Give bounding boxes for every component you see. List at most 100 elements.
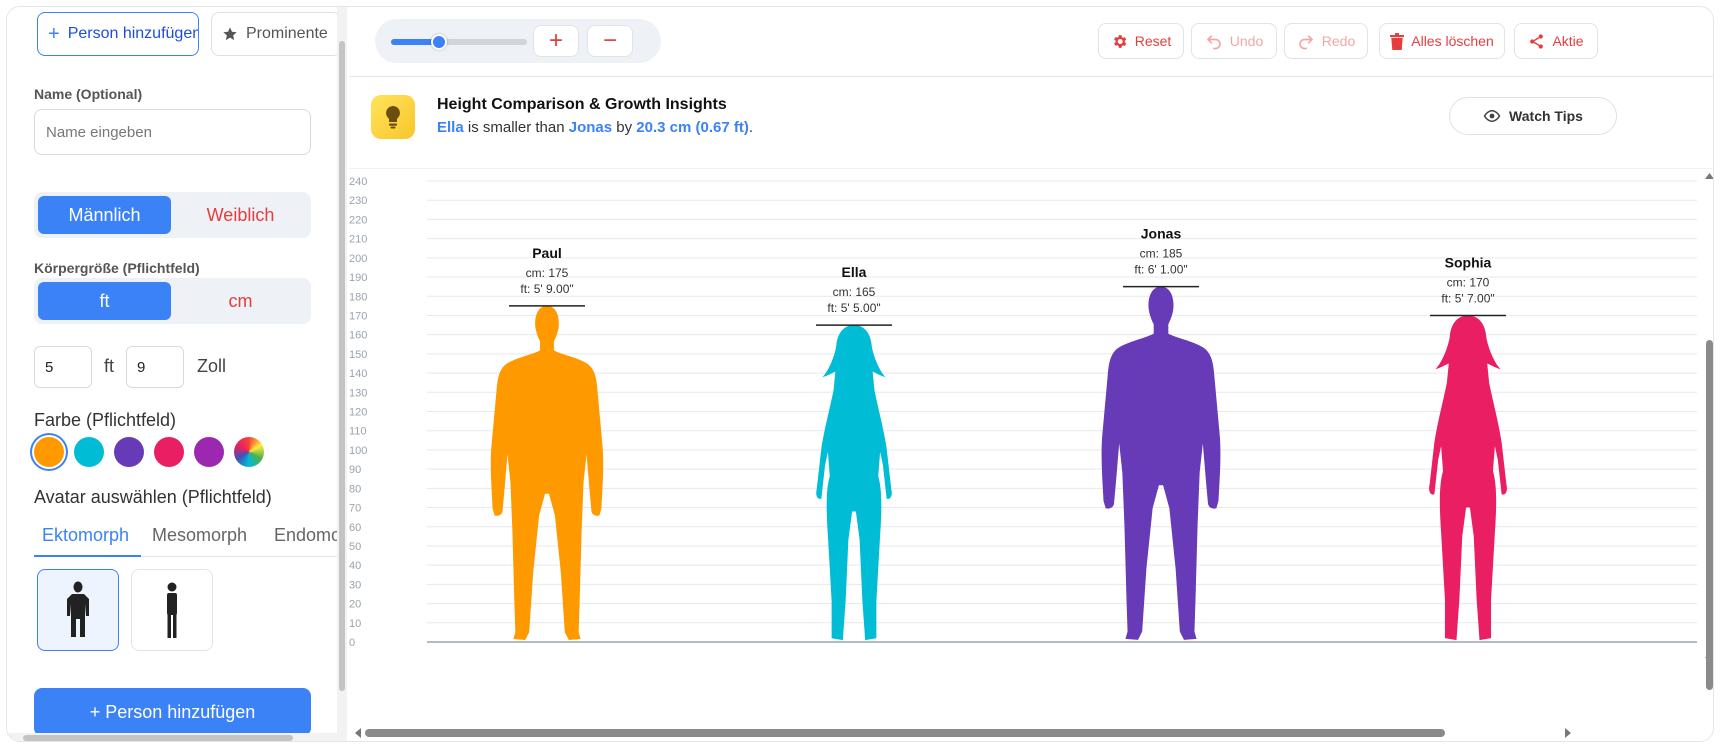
y-tick-label: 180 <box>349 291 367 303</box>
y-tick-label: 240 <box>349 176 367 188</box>
avatar-option-slim[interactable] <box>131 569 213 651</box>
input-panel: + Person hinzufügen Prominente Name (Opt… <box>7 7 347 741</box>
tab-add-person[interactable]: + Person hinzufügen <box>37 12 199 56</box>
gender-toggle: Männlich Weiblich <box>34 192 311 238</box>
tab-add-person-label: Person hinzufügen <box>67 25 199 42</box>
undo-button[interactable]: Undo <box>1191 23 1277 59</box>
y-tick-label: 130 <box>349 387 367 399</box>
insight-person-a: Ella <box>437 119 464 136</box>
person-name-label: Ella <box>842 264 867 280</box>
y-tick-label: 0 <box>349 637 355 649</box>
y-tick-label: 50 <box>349 541 361 553</box>
chart-vertical-scrollbar[interactable] <box>1704 170 1713 717</box>
insight-difference: 20.3 cm (0.67 ft) <box>636 119 749 136</box>
y-tick-label: 220 <box>349 214 367 226</box>
zoom-in-button[interactable]: + <box>533 25 579 57</box>
color-label: Farbe (Pflichtfeld) <box>34 410 177 430</box>
zoom-controls: + − <box>375 19 661 63</box>
undo-label: Undo <box>1229 33 1264 49</box>
height-chart: 0 10 20 30 40 50 60 70 80 90 100 110 120 130 140 150 160… <box>349 170 1704 717</box>
avatar-option-ektomorph[interactable] <box>37 569 119 651</box>
chart-horizontal-scrollbar[interactable] <box>349 725 1713 739</box>
y-tick-label: 140 <box>349 368 367 380</box>
toolbar: + − Reset Undo Redo Alles löschen Aktie <box>349 7 1713 77</box>
zoom-out-button[interactable]: − <box>587 25 633 57</box>
person-cm-label: cm: 185 <box>1140 247 1183 261</box>
watch-tips-button[interactable]: Watch Tips <box>1449 97 1617 135</box>
tab-endomorph[interactable]: Endomo <box>274 525 341 546</box>
star-icon <box>223 27 237 41</box>
reset-button[interactable]: Reset <box>1098 23 1184 59</box>
person-silhouette-icon <box>167 582 177 638</box>
insight-banner: Height Comparison & Growth Insights Ella… <box>349 77 1713 169</box>
color-swatch-orange[interactable] <box>34 437 64 467</box>
person-silhouette[interactable] <box>490 305 604 641</box>
person-silhouette-icon <box>67 581 89 637</box>
zoom-slider[interactable] <box>391 34 527 50</box>
person-silhouette[interactable] <box>1429 315 1507 641</box>
plus-icon: + <box>48 23 60 45</box>
undo-icon <box>1206 35 1221 50</box>
gender-male-button[interactable]: Männlich <box>38 196 171 234</box>
name-label: Name (Optional) <box>34 86 143 102</box>
tab-ektomorph[interactable]: Ektomorph <box>42 525 129 546</box>
y-tick-label: 60 <box>349 522 361 534</box>
left-vertical-scrollbar[interactable] <box>337 7 347 741</box>
inch-input[interactable]: 9 <box>126 346 184 388</box>
avatar-tabs: Ektomorph Mesomorph Endomo <box>34 519 347 557</box>
left-horizontal-scrollbar[interactable] <box>7 733 337 741</box>
unit-ft-button[interactable]: ft <box>38 282 171 320</box>
person-cm-label: cm: 165 <box>833 285 876 299</box>
insight-text: Ella is smaller than Jonas by 20.3 cm (0… <box>437 119 754 136</box>
person-name-label: Sophia <box>1445 254 1492 270</box>
tab-mesomorph[interactable]: Mesomorph <box>152 525 247 546</box>
tab-celebrities[interactable]: Prominente <box>211 12 341 56</box>
active-tab-underline <box>34 555 141 557</box>
name-input[interactable] <box>34 109 311 155</box>
person-ft-label: ft: 5' 9.00" <box>520 282 573 296</box>
height-chart-svg: 0 10 20 30 40 50 60 70 80 90 100 110 120 130 140 150 160… <box>349 176 1697 649</box>
y-tick-label: 160 <box>349 330 367 342</box>
inch-unit-label: Zoll <box>197 356 227 376</box>
person-ft-label: ft: 5' 7.00" <box>1441 291 1494 305</box>
y-tick-label: 190 <box>349 272 367 284</box>
color-picker-icon[interactable] <box>234 437 264 467</box>
person-name-label: Paul <box>532 245 562 261</box>
tab-celebrities-label: Prominente <box>246 25 328 42</box>
person-silhouette[interactable] <box>1101 286 1221 640</box>
color-swatch-deep-purple[interactable] <box>114 437 144 467</box>
gender-female-button[interactable]: Weiblich <box>174 196 307 234</box>
person-cm-label: cm: 170 <box>1447 275 1490 289</box>
app-frame: + Person hinzufügen Prominente Name (Opt… <box>6 6 1714 742</box>
feet-input[interactable]: 5 <box>34 346 92 388</box>
unit-cm-button[interactable]: cm <box>174 282 307 320</box>
y-tick-label: 20 <box>349 599 361 611</box>
y-tick-label: 210 <box>349 234 367 246</box>
y-tick-label: 150 <box>349 349 367 361</box>
person-ft-label: ft: 5' 5.00" <box>827 301 880 315</box>
color-swatch-cyan[interactable] <box>74 437 104 467</box>
zoom-slider-handle[interactable] <box>430 34 447 50</box>
person-figure-ella <box>816 325 892 641</box>
redo-button[interactable]: Redo <box>1284 23 1368 59</box>
color-swatch-purple[interactable] <box>194 437 224 467</box>
share-label: Aktie <box>1552 33 1584 49</box>
y-tick-label: 120 <box>349 407 367 419</box>
watch-tips-label: Watch Tips <box>1509 108 1583 124</box>
add-person-submit-button[interactable]: + Person hinzufügen <box>34 688 311 736</box>
y-tick-label: 110 <box>349 426 367 438</box>
y-tick-label: 10 <box>349 618 361 630</box>
share-button[interactable]: Aktie <box>1514 23 1598 59</box>
color-swatch-pink[interactable] <box>154 437 184 467</box>
y-tick-label: 40 <box>349 560 361 572</box>
clear-all-button[interactable]: Alles löschen <box>1379 23 1505 59</box>
share-icon <box>1530 33 1544 49</box>
person-silhouette[interactable] <box>816 325 892 641</box>
y-tick-label: 230 <box>349 195 367 207</box>
y-tick-label: 70 <box>349 503 361 515</box>
y-tick-label: 170 <box>349 310 367 322</box>
y-tick-label: 90 <box>349 464 361 476</box>
insight-title: Height Comparison & Growth Insights <box>437 96 727 113</box>
comparison-area: + − Reset Undo Redo Alles löschen Aktie … <box>349 7 1713 741</box>
person-ft-label: ft: 6' 1.00" <box>1134 263 1187 277</box>
